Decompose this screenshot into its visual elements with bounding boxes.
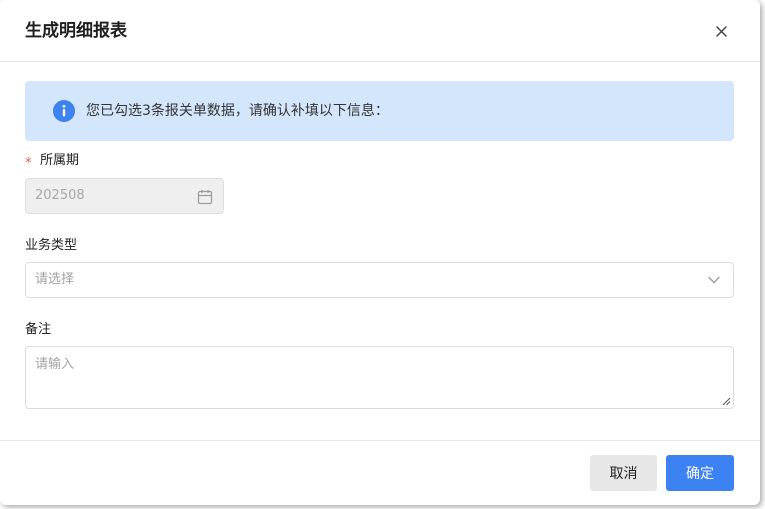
chevron-down-icon [708,276,720,284]
remark-label: 备注 [25,322,52,337]
calendar-icon [197,190,213,205]
close-icon [715,25,727,37]
info-icon [53,100,75,122]
dialog-header: 生成明细报表 [0,0,760,62]
period-value: 202508 [35,188,85,203]
remark-placeholder: 请输入 [35,357,75,372]
dialog-title: 生成明细报表 [25,21,127,41]
cancel-button[interactable]: 取消 [590,455,657,491]
period-input[interactable]: 202508 [25,178,224,214]
required-mark: * [25,156,32,171]
footer-divider [0,440,760,441]
close-button[interactable] [710,20,732,42]
confirm-button[interactable]: 确定 [666,455,734,491]
alert-message: 您已勾选3条报关单数据，请确认补填以下信息： [86,103,389,119]
resize-handle-icon[interactable] [721,396,731,406]
info-alert: 您已勾选3条报关单数据，请确认补填以下信息： [25,81,734,141]
business-type-select[interactable]: 请选择 [25,262,734,298]
business-type-label: 业务类型 [25,238,78,253]
remark-textarea[interactable]: 请输入 [25,346,734,409]
generate-report-dialog: 生成明细报表 您已勾选3条报关单数据，请确认补填以下信息： * 所属期 2025… [0,0,760,505]
period-label: 所属期 [40,153,80,168]
business-type-placeholder: 请选择 [35,272,75,287]
